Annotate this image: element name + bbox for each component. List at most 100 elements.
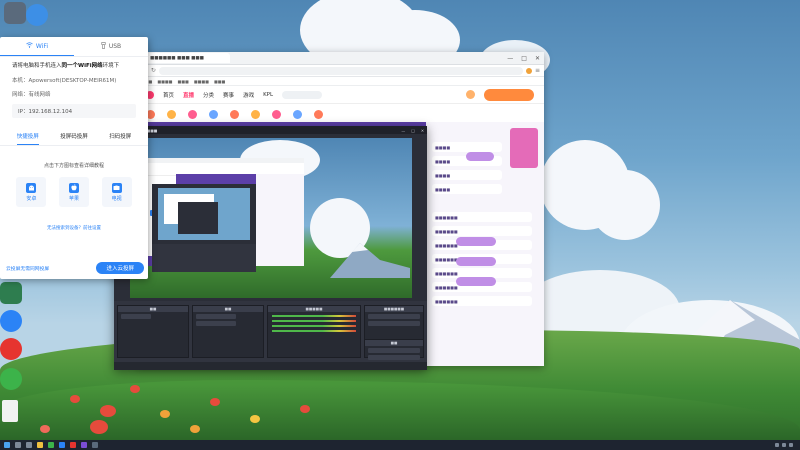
notification-icon[interactable] — [789, 443, 793, 447]
bookmark-item[interactable]: ■■■■ — [194, 79, 209, 84]
menu-icon[interactable]: ≡ — [535, 67, 540, 74]
apple-tutorial-button[interactable]: 苹果 — [58, 177, 89, 207]
user-avatar-icon[interactable] — [466, 90, 475, 99]
category-icon[interactable] — [209, 110, 218, 119]
browser-titlebar: ■■■■■■ ■■■ ■■■ — □ ✕ — [136, 52, 544, 65]
bookmarks-bar: ■■■ ■■■■ ■■■ ■■■■ ■■■ — [136, 77, 544, 86]
maximize-icon[interactable]: □ — [411, 128, 415, 133]
device-not-found-link[interactable]: 无法搜索到设备？前往设置 — [0, 225, 148, 231]
tv-tutorial-button[interactable]: 电视 — [101, 177, 132, 207]
desktop-shortcut-icon[interactable] — [4, 2, 26, 24]
desktop-shortcut-icon[interactable] — [0, 310, 22, 332]
minimize-icon[interactable]: — — [507, 55, 513, 62]
site-search-input[interactable] — [282, 90, 323, 99]
taskbar-app-icon[interactable] — [81, 442, 87, 448]
desktop-shortcut-icon[interactable] — [0, 282, 22, 304]
network-type-label: 网络：有线网络 — [12, 92, 51, 98]
address-bar[interactable] — [158, 66, 523, 75]
source-item[interactable] — [196, 314, 236, 319]
obs-preview[interactable] — [130, 138, 412, 298]
browser-tab[interactable]: ■■■■■■ ■■■ ■■■ — [140, 53, 230, 63]
connection-tabs: WiFi USB — [0, 37, 148, 57]
category-icon[interactable] — [293, 110, 302, 119]
tag-pill[interactable] — [456, 257, 496, 266]
nav-matches[interactable]: 赛事 — [223, 91, 234, 99]
source-item[interactable] — [196, 321, 236, 326]
list-item[interactable]: ■■■■ — [432, 170, 502, 180]
category-icon[interactable] — [272, 110, 281, 119]
tab-qr-mirror[interactable]: 扫码投屏 — [109, 132, 131, 145]
bookmark-item[interactable]: ■■■ — [177, 79, 188, 84]
network-icon[interactable] — [775, 443, 779, 447]
tag-pill[interactable] — [466, 152, 494, 161]
site-sidebar: ■■■■ ■■■■ ■■■■ ■■■■ ■■■■■■ ■■■■■■ ■■■■■■… — [426, 122, 544, 366]
audio-meter — [272, 320, 356, 322]
taskbar-app-icon[interactable] — [92, 442, 98, 448]
tab-wifi[interactable]: WiFi — [0, 37, 74, 56]
minimize-icon[interactable]: — — [401, 128, 405, 133]
taskbar-app-icon[interactable] — [59, 442, 65, 448]
tab-usb[interactable]: USB — [74, 37, 148, 56]
audio-meter — [272, 330, 356, 332]
apple-icon — [68, 182, 79, 193]
mirror-mode-tabs: 快捷投屏 投屏码投屏 扫码投屏 — [0, 132, 148, 146]
category-icon[interactable] — [314, 110, 323, 119]
tab-quick-mirror[interactable]: 快捷投屏 — [16, 132, 39, 145]
start-recording-button[interactable] — [368, 355, 420, 360]
bookmark-item[interactable]: ■■■ — [214, 79, 225, 84]
category-icon-row — [146, 110, 534, 122]
nav-kpl[interactable]: KPL — [263, 92, 273, 98]
list-item[interactable]: ■■■■■■ — [432, 296, 532, 306]
taskview-icon[interactable] — [26, 442, 32, 448]
nav-games[interactable]: 游戏 — [243, 91, 254, 99]
nav-home[interactable]: 首页 — [163, 91, 174, 99]
browser-tab-title: ■■■■■■ ■■■ ■■■ — [150, 55, 204, 61]
desktop-shortcut-icon[interactable] — [26, 4, 48, 26]
audio-meter — [272, 315, 356, 317]
tab-code-mirror[interactable]: 投屏码投屏 — [60, 132, 88, 145]
tag-pill[interactable] — [456, 277, 496, 286]
promo-banner[interactable] — [484, 88, 534, 101]
start-icon[interactable] — [4, 442, 10, 448]
category-icon[interactable] — [251, 110, 260, 119]
extension-icon[interactable] — [525, 67, 532, 74]
tag-pill[interactable] — [456, 237, 496, 246]
category-icon[interactable] — [188, 110, 197, 119]
start-streaming-button[interactable] — [368, 348, 420, 353]
maximize-icon[interactable]: □ — [521, 55, 527, 62]
list-item[interactable]: ■■■■■■ — [432, 226, 532, 236]
scene-item[interactable] — [121, 314, 151, 319]
list-item[interactable]: ■■■■ — [432, 184, 502, 194]
transition-select[interactable] — [368, 314, 420, 319]
taskbar-app-icon[interactable] — [70, 442, 76, 448]
list-item[interactable]: ■■■■ — [432, 142, 502, 152]
duration-field[interactable] — [368, 321, 420, 326]
cloud-mirror-link[interactable]: 云投屏无需同网投屏 — [6, 265, 49, 272]
featured-banner[interactable] — [510, 128, 538, 168]
category-icon[interactable] — [230, 110, 239, 119]
document-file-icon[interactable] — [2, 400, 18, 422]
close-icon[interactable]: ✕ — [535, 55, 540, 62]
list-item[interactable]: ■■■■■■ — [432, 212, 532, 222]
nav-live[interactable]: 直播 — [183, 91, 194, 99]
search-icon[interactable] — [15, 442, 21, 448]
ip-address-field: IP：192.168.12.104 — [12, 104, 136, 118]
refresh-icon[interactable]: ↻ — [151, 67, 156, 74]
nav-category[interactable]: 分类 — [203, 91, 214, 99]
scenes-dock: ■■ — [117, 305, 189, 358]
screen-mirror-popup: WiFi USB 请将电脑和手机连入同一个WiFi网络环境下 本机：Apower… — [0, 37, 148, 279]
taskbar-app-icon[interactable] — [48, 442, 54, 448]
android-tutorial-button[interactable]: 安卓 — [16, 177, 47, 207]
close-icon[interactable]: ✕ — [421, 128, 424, 133]
volume-icon[interactable] — [782, 443, 786, 447]
wechat-icon[interactable] — [0, 368, 22, 390]
enter-cloud-mirror-button[interactable]: 进入云投屏 — [96, 262, 144, 274]
category-icon[interactable] — [167, 110, 176, 119]
taskbar-app-icon[interactable] — [37, 442, 43, 448]
bookmark-item[interactable]: ■■■■ — [157, 79, 172, 84]
tv-icon — [111, 182, 122, 193]
local-device-label: 本机：Apowersoft(DESKTOP-MEIR61M) — [12, 78, 117, 84]
netease-music-icon[interactable] — [0, 338, 22, 360]
android-label: 安卓 — [26, 195, 37, 202]
system-tray — [775, 443, 796, 447]
